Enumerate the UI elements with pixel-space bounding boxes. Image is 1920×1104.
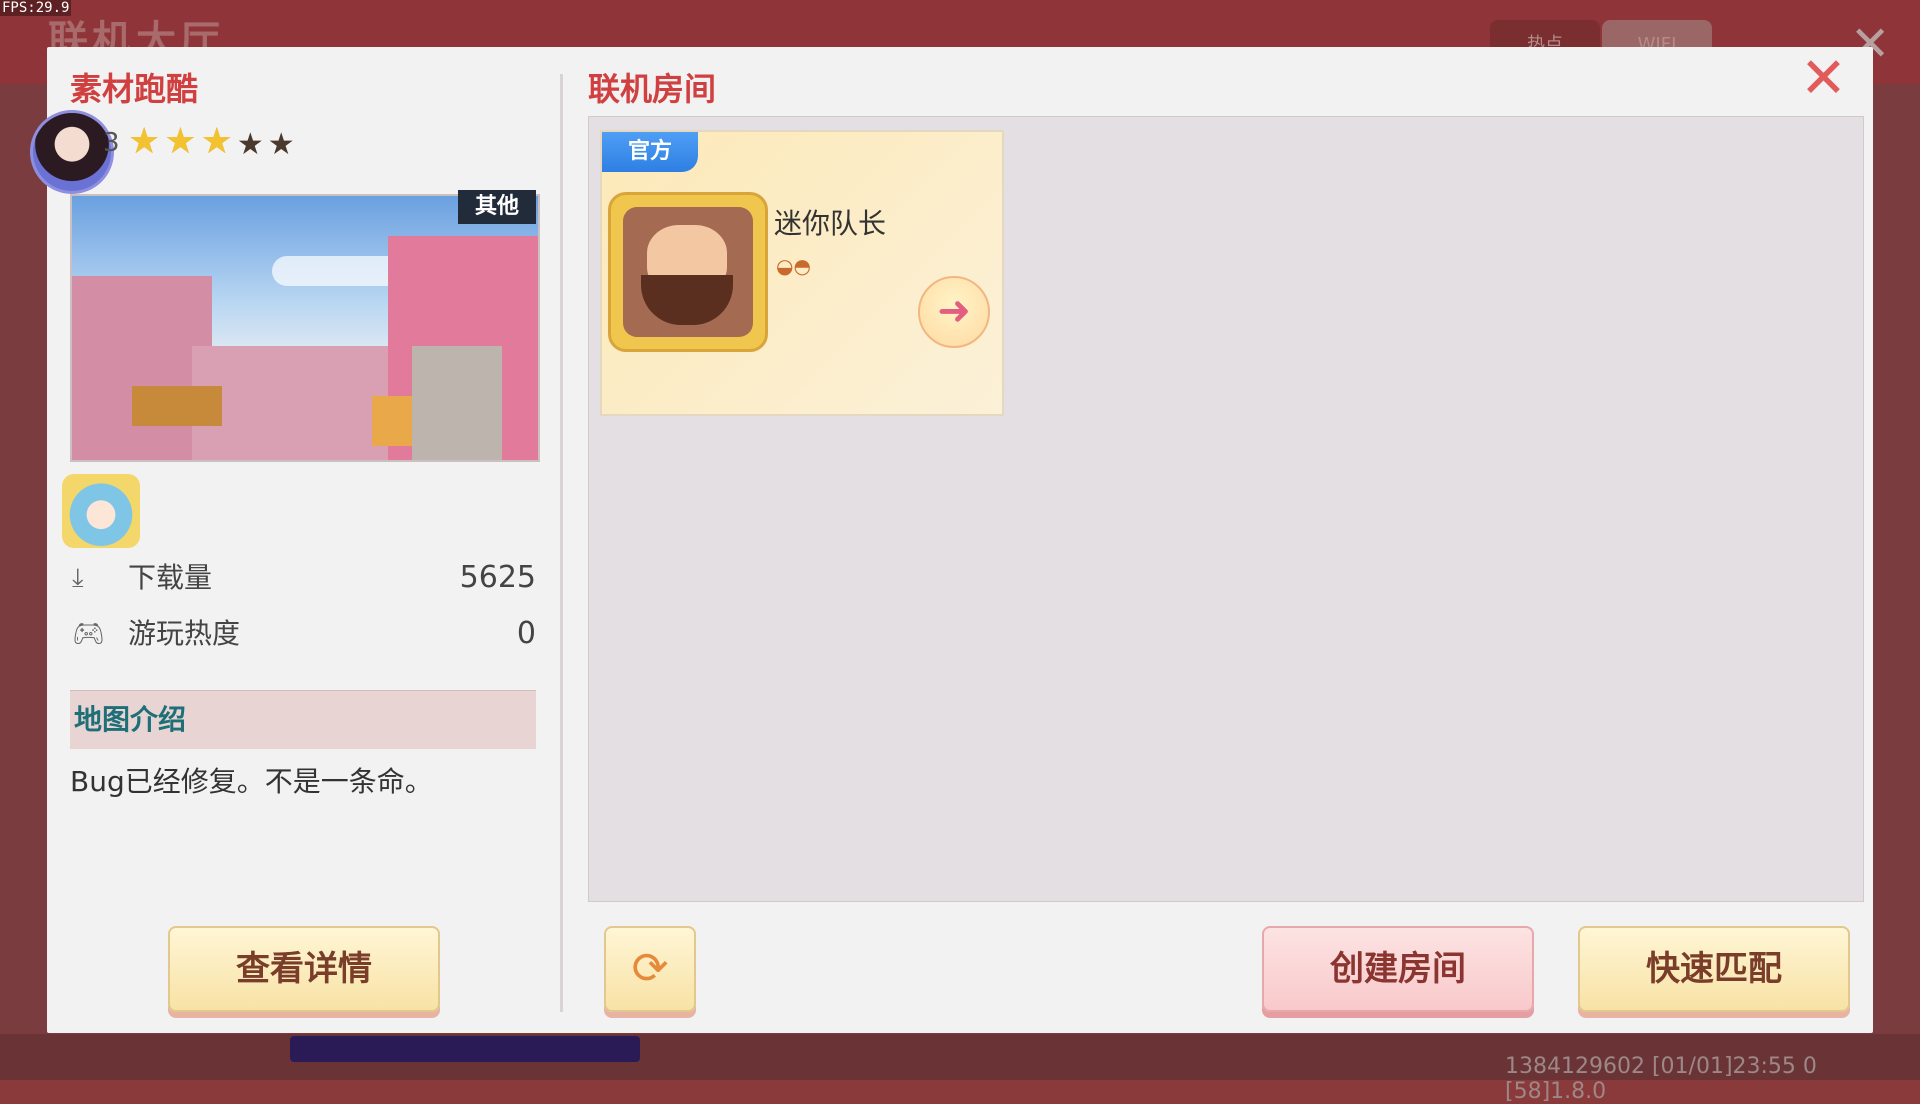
- star-empty-icon: ★: [267, 127, 295, 162]
- intro-header: 地图介绍: [70, 690, 536, 749]
- stat-value: 0: [516, 616, 536, 651]
- refresh-icon[interactable]: ⟳: [604, 926, 696, 1012]
- thumbnail-platform: [132, 386, 222, 426]
- star-rating: ★ ★ ★ ★ ★: [128, 124, 295, 163]
- host-name: 迷你队长: [774, 207, 887, 240]
- star-filled-icon: ★: [128, 121, 161, 162]
- room-card[interactable]: 官方 迷你队长 ◒◓ ➜: [600, 130, 1004, 416]
- stat-play-heat: 🎮︎ 游玩热度 0: [72, 614, 536, 654]
- create-room-button[interactable]: 创建房间: [1262, 926, 1534, 1012]
- stat-label: 游玩热度: [128, 617, 241, 650]
- stat-downloads: ⤓ 下载量 5625: [72, 558, 536, 598]
- rating-prefix: 3: [103, 128, 120, 158]
- category-tag: 其他: [458, 190, 536, 224]
- arrow-right-icon[interactable]: ➜: [918, 276, 990, 348]
- star-filled-icon: ★: [164, 121, 197, 162]
- fps-counter: FPS:29.9: [0, 0, 72, 16]
- close-icon[interactable]: ✕: [1800, 51, 1847, 107]
- download-icon: ⤓: [72, 563, 84, 593]
- thumbnail-stone-wall: [412, 346, 502, 460]
- thumbnail-blossom-wall-left: [72, 276, 212, 460]
- host-avatar: [608, 192, 768, 352]
- stat-value: 5625: [459, 560, 536, 595]
- star-filled-icon: ★: [200, 121, 233, 162]
- intro-text: Bug已经修复。不是一条命。: [70, 765, 433, 798]
- view-details-button[interactable]: 查看详情: [168, 926, 440, 1012]
- stat-label: 下载量: [128, 561, 213, 594]
- official-tag: 官方: [602, 132, 698, 172]
- lobby-footer-banner: [290, 1036, 640, 1062]
- intro-title: 地图介绍: [74, 703, 187, 736]
- room-list-title: 联机房间: [588, 70, 717, 108]
- star-empty-icon: ★: [236, 127, 264, 162]
- creator-icon[interactable]: [62, 474, 140, 548]
- panel-divider: [560, 74, 563, 1012]
- system-info: 1384129602 [01/01]23:55 0 [58]1.8.0: [1505, 1054, 1817, 1104]
- map-thumbnail[interactable]: [70, 194, 540, 462]
- quick-match-button[interactable]: 快速匹配: [1578, 926, 1850, 1012]
- author-avatar[interactable]: [30, 110, 114, 194]
- gamepad-icon: 🎮︎: [72, 619, 106, 649]
- mask-icon: ◒◓: [776, 254, 811, 278]
- map-title: 素材跑酷: [70, 70, 199, 108]
